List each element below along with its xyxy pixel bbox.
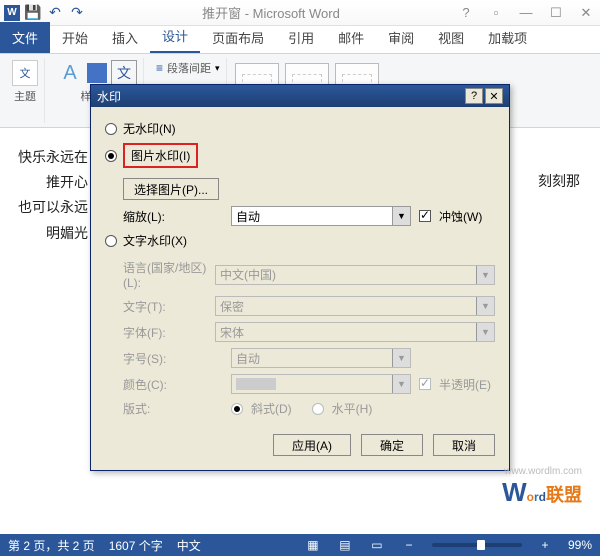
font-label: 字体(F):: [123, 324, 207, 341]
select-picture-button[interactable]: 选择图片(P)...: [123, 178, 219, 200]
tab-home[interactable]: 开始: [50, 22, 100, 53]
radio-picture-watermark[interactable]: 图片水印(I): [105, 140, 495, 171]
language-value: 中文(中国): [220, 266, 276, 283]
radio-label: 图片水印(I): [123, 143, 198, 168]
size-combo: 自动 ▼: [231, 348, 411, 368]
dialog-titlebar[interactable]: 水印 ? ✕: [91, 85, 509, 107]
tab-mailings[interactable]: 邮件: [326, 22, 376, 53]
diagonal-label: 斜式(D): [251, 400, 292, 417]
semi-label: 半透明(E): [439, 376, 491, 393]
scale-value: 自动: [236, 208, 260, 225]
styleset-icon[interactable]: 文: [111, 60, 137, 86]
word-count[interactable]: 1607 个字: [109, 537, 163, 554]
dialog-title: 水印: [97, 88, 121, 105]
radio-text-watermark[interactable]: 文字水印(X): [105, 229, 495, 252]
text-value: 保密: [220, 298, 244, 315]
logo-url: www.wordlm.com: [502, 466, 582, 477]
page-count[interactable]: 第 2 页，共 2 页: [8, 537, 95, 554]
tab-layout[interactable]: 页面布局: [200, 22, 276, 53]
quick-access-toolbar: W 💾 ↶ ↷: [4, 4, 86, 22]
dialog-close-icon[interactable]: ✕: [485, 88, 503, 104]
radio-no-watermark[interactable]: 无水印(N): [105, 117, 495, 140]
radio-icon: [105, 123, 117, 135]
chevron-down-icon: ▼: [392, 349, 410, 367]
save-icon[interactable]: 💾: [24, 4, 42, 22]
radio-label: 无水印(N): [123, 120, 176, 137]
cancel-button[interactable]: 取消: [433, 434, 495, 456]
themes-label: 主题: [14, 88, 36, 104]
text-label: 文字(T):: [123, 298, 207, 315]
tab-file[interactable]: 文件: [0, 22, 50, 53]
diagonal-radio: [231, 403, 243, 415]
word-icon: W: [4, 5, 20, 21]
radio-icon: [105, 150, 117, 162]
ribbon-tabs: 文件 开始 插入 设计 页面布局 引用 邮件 审阅 视图 加载项: [0, 26, 600, 54]
watermark-dialog: 水印 ? ✕ 无水印(N) 图片水印(I) 选择图片(P)... 缩放(L): …: [90, 84, 510, 471]
dialog-body: 无水印(N) 图片水印(I) 选择图片(P)... 缩放(L): 自动 ▼ 冲蚀(…: [91, 107, 509, 470]
language-combo: 中文(中国) ▼: [215, 265, 495, 285]
tab-references[interactable]: 引用: [276, 22, 326, 53]
color-combo: ▼: [231, 374, 411, 394]
zoom-in-icon[interactable]: +: [536, 538, 554, 552]
chevron-down-icon: ▼: [392, 207, 410, 225]
ok-button[interactable]: 确定: [361, 434, 423, 456]
redo-icon[interactable]: ↷: [68, 4, 86, 22]
radio-label: 文字水印(X): [123, 232, 187, 249]
minimize-icon[interactable]: —: [516, 4, 536, 22]
size-label: 字号(S):: [123, 350, 223, 367]
tab-review[interactable]: 审阅: [376, 22, 426, 53]
radio-icon: [105, 235, 117, 247]
maximize-icon[interactable]: ☐: [546, 4, 566, 22]
themes-icon[interactable]: 文: [12, 60, 38, 86]
font-value: 宋体: [220, 324, 244, 341]
scale-label: 缩放(L):: [123, 208, 223, 225]
colors-icon[interactable]: [87, 63, 107, 83]
close-icon[interactable]: ✕: [576, 4, 596, 22]
undo-icon[interactable]: ↶: [46, 4, 64, 22]
ribbon-toggle-icon[interactable]: ▫: [486, 4, 506, 22]
tab-insert[interactable]: 插入: [100, 22, 150, 53]
window-title: 推开窗 - Microsoft Word: [86, 3, 456, 22]
zoom-level[interactable]: 99%: [568, 538, 592, 552]
size-value: 自动: [236, 350, 260, 367]
language-status[interactable]: 中文: [177, 537, 201, 554]
chevron-down-icon: ▼: [476, 323, 494, 341]
zoom-out-icon[interactable]: −: [400, 538, 418, 552]
chevron-down-icon: ▼: [476, 297, 494, 315]
spacing-icon[interactable]: ≡: [156, 61, 163, 75]
tab-view[interactable]: 视图: [426, 22, 476, 53]
doc-line: 刻刻那: [538, 170, 580, 195]
watermark-logo: www.wordlm.com Word联盟: [502, 466, 582, 508]
horizontal-label: 水平(H): [332, 400, 373, 417]
erode-label: 冲蚀(W): [439, 208, 482, 225]
language-label: 语言(国家/地区)(L):: [123, 259, 207, 290]
status-bar: 第 2 页，共 2 页 1607 个字 中文 ▦ ▤ ▭ − + 99%: [0, 534, 600, 556]
web-layout-icon[interactable]: ▭: [368, 538, 386, 552]
color-label: 颜色(C):: [123, 376, 223, 393]
semi-checkbox: [419, 378, 431, 390]
horizontal-radio: [312, 403, 324, 415]
print-layout-icon[interactable]: ▤: [336, 538, 354, 552]
read-mode-icon[interactable]: ▦: [304, 538, 322, 552]
fonts-icon[interactable]: A: [57, 60, 83, 86]
window-controls: ? ▫ — ☐ ✕: [456, 4, 596, 22]
help-icon[interactable]: ?: [456, 4, 476, 22]
font-combo: 宋体 ▼: [215, 322, 495, 342]
zoom-slider[interactable]: [432, 543, 522, 547]
tab-design[interactable]: 设计: [150, 20, 200, 53]
text-combo: 保密 ▼: [215, 296, 495, 316]
themes-group: 文 主题: [6, 58, 45, 123]
layout-label: 版式:: [123, 400, 223, 417]
apply-button[interactable]: 应用(A): [273, 434, 351, 456]
dialog-help-icon[interactable]: ?: [465, 88, 483, 104]
spacing-label: 段落间距: [167, 60, 211, 76]
chevron-down-icon: ▼: [476, 266, 494, 284]
tab-addins[interactable]: 加载项: [476, 22, 539, 53]
chevron-down-icon: ▼: [392, 375, 410, 393]
scale-combo[interactable]: 自动 ▼: [231, 206, 411, 226]
erode-checkbox[interactable]: [419, 210, 431, 222]
